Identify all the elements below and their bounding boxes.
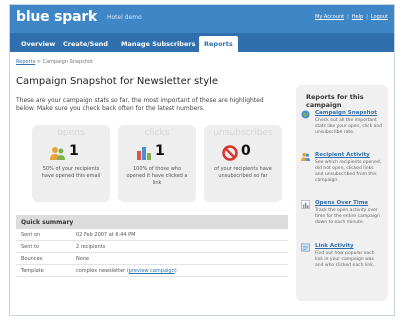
clicks-count: 1 bbox=[155, 143, 165, 159]
brand-logo[interactable]: blue spark bbox=[16, 9, 97, 25]
summary-row: Sent on 02 Feb 2007 at 6:44 PM bbox=[16, 229, 288, 241]
top-bar: blue spark Hotel demo My Account | Help | Lo… bbox=[10, 5, 394, 33]
app-window: blue spark Hotel demo My Account | Help | Lo… bbox=[9, 4, 395, 316]
link-separator: | bbox=[347, 14, 349, 20]
account-name: Hotel demo bbox=[107, 14, 142, 21]
preview-campaign-link[interactable]: preview campaign bbox=[129, 268, 175, 274]
summary-value: 2 recipients bbox=[76, 244, 106, 250]
campaign-snapshot-link[interactable]: Campaign Snapshot bbox=[315, 110, 377, 116]
opens-count: 1 bbox=[69, 143, 79, 159]
tab-create-send[interactable]: Create/Send bbox=[58, 36, 113, 52]
sidebar-item-description: See which recipients opened, did not ope… bbox=[315, 160, 382, 183]
opens-card: opens 1 50% of your recipients have open… bbox=[32, 125, 110, 202]
link-activity-link[interactable]: Link Activity bbox=[315, 243, 354, 249]
summary-title: Quick summary bbox=[16, 215, 288, 229]
link-icon bbox=[301, 243, 310, 252]
link-separator: | bbox=[366, 14, 368, 20]
bar-chart-icon bbox=[137, 147, 151, 160]
breadcrumb-current: Campaign Snapshot bbox=[42, 59, 93, 65]
users-icon bbox=[301, 152, 310, 161]
tab-overview[interactable]: Overview bbox=[16, 36, 60, 52]
people-icon bbox=[50, 147, 65, 160]
sidebar-item-description: Track the open activity over time for th… bbox=[315, 208, 380, 225]
breadcrumb-separator: > bbox=[36, 59, 41, 65]
account-links: My Account | Help | Logout bbox=[315, 14, 388, 20]
quick-summary: Quick summary Sent on 02 Feb 2007 at 6:4… bbox=[16, 215, 288, 277]
summary-row: Bounces None bbox=[16, 253, 288, 265]
chart-icon bbox=[301, 200, 310, 209]
tab-reports[interactable]: Reports bbox=[199, 36, 238, 52]
intro-text: These are your campaign stats so far, th… bbox=[16, 97, 264, 112]
opens-over-time-link[interactable]: Opens Over Time bbox=[315, 200, 368, 206]
my-account-link[interactable]: My Account bbox=[315, 14, 344, 20]
card-description: 50% of your recipients have opened this … bbox=[41, 166, 101, 179]
sidebar-item-description: Find out how popular each link in your c… bbox=[315, 251, 375, 268]
tab-manage-subscribers[interactable]: Manage Subscribers bbox=[116, 36, 200, 52]
logout-link[interactable]: Logout bbox=[371, 14, 388, 20]
template-name: complex newsletter bbox=[76, 268, 126, 274]
recipient-activity-link[interactable]: Recipient Activity bbox=[315, 152, 370, 158]
summary-key: Bounces bbox=[21, 256, 43, 262]
card-heading: unsubscribes bbox=[213, 128, 273, 138]
card-description: 100% of those who opened it have clicked… bbox=[126, 166, 188, 186]
card-heading: opens bbox=[57, 128, 85, 138]
summary-value: 02 Feb 2007 at 6:44 PM bbox=[76, 232, 136, 238]
sidebar-item-description: Check out all the important stats like y… bbox=[315, 118, 383, 135]
globe-icon bbox=[301, 110, 310, 119]
help-link[interactable]: Help bbox=[352, 14, 363, 20]
summary-row: Sent to 2 recipients bbox=[16, 241, 288, 253]
summary-key: Sent on bbox=[21, 232, 41, 238]
breadcrumb-reports-link[interactable]: Reports bbox=[16, 59, 35, 65]
reports-sidebar: Reports for this campaign Campaign Snaps… bbox=[296, 85, 388, 301]
unsubscribes-card: unsubscribes 0 of your recipients have u… bbox=[204, 125, 282, 202]
sidebar-title: Reports for this campaign bbox=[306, 93, 364, 109]
main-nav: Overview Create/Send Manage Subscribers … bbox=[10, 33, 394, 52]
page-title: Campaign Snapshot for Newsletter style bbox=[16, 76, 219, 87]
card-description: of your recipients have unsubscribed so … bbox=[214, 166, 272, 179]
summary-value: complex newsletter (preview campaign) bbox=[76, 268, 177, 274]
summary-value: None bbox=[76, 256, 90, 262]
unsubscribes-count: 0 bbox=[241, 143, 251, 159]
card-heading: clicks bbox=[144, 128, 170, 138]
breadcrumb: Reports > Campaign Snapshot bbox=[16, 59, 93, 65]
clicks-card: clicks 1 100% of those who opened it hav… bbox=[118, 125, 196, 202]
no-entry-icon bbox=[222, 145, 238, 161]
summary-key: Sent to bbox=[21, 244, 39, 250]
summary-key: Template bbox=[21, 268, 44, 274]
summary-row: Template complex newsletter (preview cam… bbox=[16, 265, 288, 277]
